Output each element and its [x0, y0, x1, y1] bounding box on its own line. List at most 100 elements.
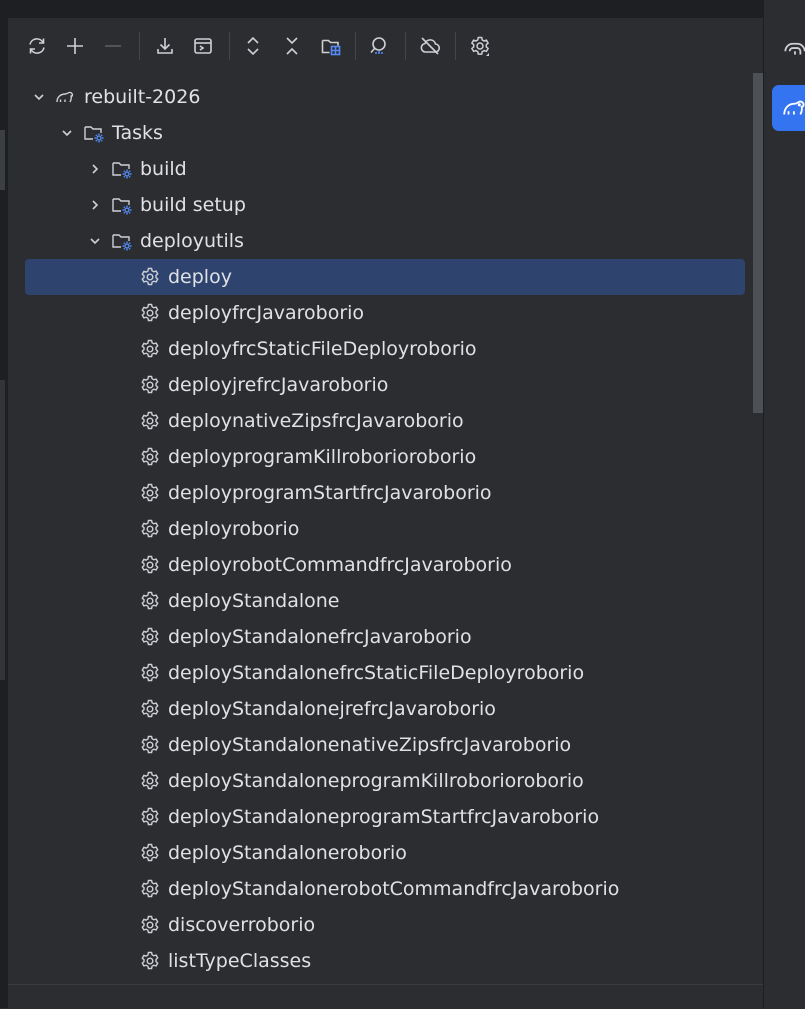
remove-icon[interactable] — [99, 32, 127, 60]
tree-node-label: deployStandalonenativeZipsfrcJavaroborio — [168, 734, 572, 756]
tree-node-label: discoverroborio — [168, 914, 316, 936]
tree-node-label: deploynativeZipsfrcJavaroborio — [168, 410, 464, 432]
tree-task-node[interactable]: deployfrcJavaroborio — [25, 295, 745, 331]
tree-task-node[interactable]: deployprogramKillroborioroborio — [25, 439, 745, 475]
task-folder-icon — [83, 122, 105, 144]
expand-all-icon[interactable] — [239, 32, 267, 60]
tree-task-node[interactable]: deployStandaloneprogramStartfrcJavarobor… — [25, 799, 745, 835]
gradle-task-gear-icon — [139, 626, 161, 648]
tree-group-node[interactable]: deployutils — [25, 223, 745, 259]
gradle-task-gear-icon — [139, 410, 161, 432]
gradle-task-gear-icon — [139, 266, 161, 288]
download-sources-icon[interactable] — [151, 32, 179, 60]
gradle-project-icon — [55, 86, 77, 108]
vertical-scrollbar[interactable] — [753, 73, 763, 413]
tree-task-node[interactable]: deployStandalonefrcStaticFileDeployrobor… — [25, 655, 745, 691]
group-modules-icon[interactable] — [317, 32, 345, 60]
panel-header-strip — [8, 0, 763, 19]
offline-mode-icon[interactable] — [416, 32, 444, 60]
gradle-task-gear-icon — [139, 842, 161, 864]
task-group-icon — [111, 158, 133, 180]
gradle-task-gear-icon — [139, 770, 161, 792]
tree-task-node[interactable]: deployjrefrcJavaroborio — [25, 367, 745, 403]
tree-task-node[interactable]: deployfrcStaticFileDeployroborio — [25, 331, 745, 367]
tree-task-node[interactable]: deploynativeZipsfrcJavaroborio — [25, 403, 745, 439]
gradle-task-gear-icon — [139, 590, 161, 612]
tree-node-label: listTypeClasses — [168, 950, 312, 972]
tree-node-label: deployStandaloneprogramKillroboriorobori… — [168, 770, 584, 792]
tree-task-node[interactable]: discoverroborio — [25, 907, 745, 943]
tree-node-label: build setup — [140, 194, 246, 216]
tree-node-label: Tasks — [112, 122, 163, 144]
tree-node-label: deploy — [168, 266, 232, 288]
tree-task-node[interactable]: deployrobotCommandfrcJavaroborio — [25, 547, 745, 583]
tree-task-node[interactable]: deployroborio — [25, 511, 745, 547]
reload-all-icon[interactable] — [23, 32, 51, 60]
tree-node-label: build — [140, 158, 187, 180]
tree-task-node[interactable]: deployStandalonejrefrcJavaroborio — [25, 691, 745, 727]
gradle-task-gear-icon — [139, 374, 161, 396]
tree-node-label: deployStandaloneprogramStartfrcJavarobor… — [168, 806, 600, 828]
tree-node-label: deployfrcStaticFileDeployroborio — [168, 338, 477, 360]
tree-node-label: deployrobotCommandfrcJavaroborio — [168, 554, 512, 576]
gradle-toolbar — [8, 28, 763, 64]
chevron-right-icon[interactable] — [87, 197, 103, 213]
gradle-task-gear-icon — [139, 482, 161, 504]
chevron-down-icon[interactable] — [59, 125, 75, 141]
collapse-all-icon[interactable] — [278, 32, 306, 60]
tree-task-node[interactable]: deployStandalonefrcJavaroborio — [25, 619, 745, 655]
bottom-status-area — [8, 984, 763, 1009]
gradle-task-gear-icon — [139, 806, 161, 828]
tree-task-node[interactable]: deployStandaloneroborio — [25, 835, 745, 871]
gradle-task-gear-icon — [139, 662, 161, 684]
gradle-task-gear-icon — [139, 878, 161, 900]
task-group-icon — [111, 230, 133, 252]
tree-group-node[interactable]: build setup — [25, 187, 745, 223]
add-icon[interactable] — [61, 32, 89, 60]
tree-task-node[interactable]: deploy — [25, 259, 745, 295]
gradle-task-gear-icon — [139, 446, 161, 468]
tree-node-label: deployjrefrcJavaroborio — [168, 374, 389, 396]
editor-gutter-edge — [0, 0, 8, 1008]
tree-task-node[interactable]: deployprogramStartfrcJavaroborio — [25, 475, 745, 511]
analyze-dependencies-icon[interactable] — [365, 32, 393, 60]
tree-node-label: deployStandalonerobotCommandfrcJavarobor… — [168, 878, 620, 900]
chevron-right-icon[interactable] — [87, 161, 103, 177]
gradle-task-gear-icon — [139, 554, 161, 576]
gradle-task-gear-icon — [139, 950, 161, 972]
tree-node-label: deployStandaloneroborio — [168, 842, 407, 864]
chevron-down-icon[interactable] — [87, 233, 103, 249]
tree-tasks-folder[interactable]: Tasks — [25, 115, 745, 151]
tree-node-label: deployfrcJavaroborio — [168, 302, 365, 324]
tree-node-label: deployprogramKillroborioroborio — [168, 446, 477, 468]
tree-node-label: deployStandalonejrefrcJavaroborio — [168, 698, 496, 720]
gradle-task-gear-icon — [139, 518, 161, 540]
tree-node-label: deployStandalonefrcStaticFileDeployrobor… — [168, 662, 585, 684]
gradle-task-gear-icon — [139, 338, 161, 360]
tree-node-label: rebuilt-2026 — [84, 86, 201, 108]
ai-assistant-icon[interactable] — [772, 24, 805, 70]
chevron-down-icon[interactable] — [31, 89, 47, 105]
gradle-task-gear-icon — [139, 302, 161, 324]
tree-node-label: deployroborio — [168, 518, 300, 540]
tree-task-node[interactable]: deployStandaloneprogramKillroboriorobori… — [25, 763, 745, 799]
right-tool-rail — [763, 0, 805, 1008]
tree-node-label: deployStandalonefrcJavaroborio — [168, 626, 472, 648]
tree-task-node[interactable]: deployStandalonerobotCommandfrcJavarobor… — [25, 871, 745, 907]
tree-node-label: deployprogramStartfrcJavaroborio — [168, 482, 492, 504]
gradle-task-gear-icon — [139, 734, 161, 756]
settings-icon[interactable] — [466, 32, 494, 60]
run-task-icon[interactable] — [189, 32, 217, 60]
task-group-icon — [111, 194, 133, 216]
tree-task-node[interactable]: deployStandalonenativeZipsfrcJavaroborio — [25, 727, 745, 763]
gradle-tool-window: rebuilt-2026 Tasks build build setup deployu… — [8, 18, 763, 984]
tree-node-label: deployutils — [140, 230, 244, 252]
tree-node-label: deployStandalone — [168, 590, 340, 612]
gradle-task-gear-icon — [139, 698, 161, 720]
gradle-task-gear-icon — [139, 914, 161, 936]
tree-task-node[interactable]: deployStandalone — [25, 583, 745, 619]
tree-project-node[interactable]: rebuilt-2026 — [25, 79, 745, 115]
tree-group-node[interactable]: build — [25, 151, 745, 187]
gradle-elephant-icon[interactable] — [772, 85, 805, 131]
tree-task-node[interactable]: listTypeClasses — [25, 943, 745, 979]
